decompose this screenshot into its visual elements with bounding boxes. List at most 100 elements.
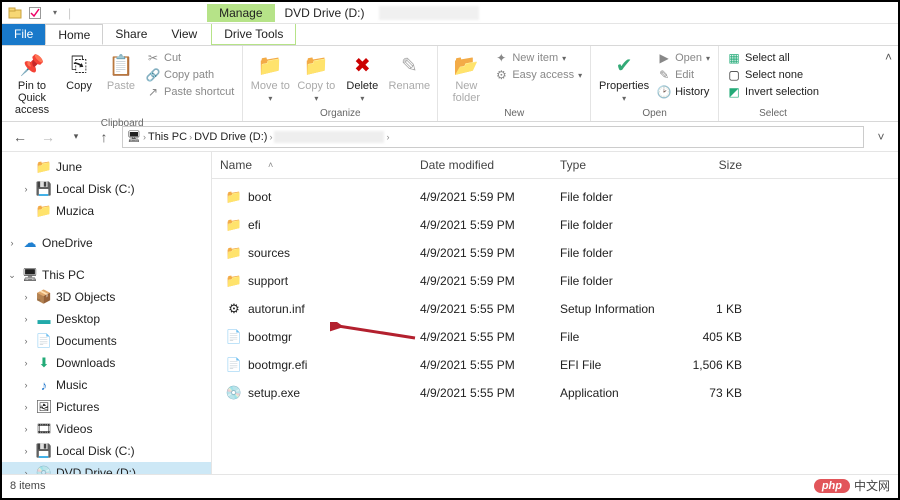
- open-button[interactable]: ▶Open ▾: [655, 50, 712, 66]
- checkbox-icon[interactable]: [28, 6, 42, 20]
- file-rows: 📁boot4/9/2021 5:59 PMFile folder📁efi4/9/…: [212, 179, 898, 407]
- rename-icon: ✎: [396, 52, 422, 78]
- address-dropdown-button[interactable]: ˅: [872, 130, 890, 144]
- tab-drive-tools[interactable]: Drive Tools: [211, 24, 296, 45]
- column-type[interactable]: Type: [552, 152, 682, 178]
- watermark: php 中文网: [814, 477, 890, 494]
- tab-view[interactable]: View: [159, 24, 209, 45]
- tree-item-onedrive[interactable]: ›☁OneDrive: [2, 232, 211, 254]
- paste-shortcut-button[interactable]: ↗Paste shortcut: [144, 84, 236, 100]
- file-row[interactable]: ⚙autorun.inf4/9/2021 5:55 PMSetup Inform…: [212, 295, 898, 323]
- main-area: 📁June ›💾Local Disk (C:) 📁Muzica ›☁OneDri…: [2, 152, 898, 474]
- easy-access-button[interactable]: ⚙Easy access ▾: [492, 67, 584, 83]
- delete-button[interactable]: ✖Delete▾: [341, 48, 383, 103]
- ribbon-group-new: 📂New folder ✦New item ▾ ⚙Easy access ▾ N…: [438, 46, 591, 121]
- new-folder-button[interactable]: 📂New folder: [444, 48, 488, 104]
- file-row[interactable]: 📁support4/9/2021 5:59 PMFile folder: [212, 267, 898, 295]
- inf-icon: ⚙: [226, 301, 242, 317]
- tree-item-localdisk-c-2[interactable]: ›💾Local Disk (C:): [2, 440, 211, 462]
- tree-item-this-pc[interactable]: ⌄🖥This PC: [2, 264, 211, 286]
- documents-icon: 📄: [36, 333, 52, 349]
- file-date: 4/9/2021 5:55 PM: [412, 296, 552, 322]
- file-name: autorun.inf: [248, 302, 305, 316]
- file-row[interactable]: 📁sources4/9/2021 5:59 PMFile folder: [212, 239, 898, 267]
- tree-item-documents[interactable]: ›📄Documents: [2, 330, 211, 352]
- tree-item-downloads[interactable]: ›⬇Downloads: [2, 352, 211, 374]
- history-button[interactable]: 🕑History: [655, 84, 712, 100]
- properties-button[interactable]: ✔Properties▾: [597, 48, 651, 103]
- exe-icon: 💿: [226, 385, 242, 401]
- item-count: 8 items: [10, 480, 45, 492]
- paste-button[interactable]: 📋 Paste: [102, 48, 140, 92]
- cut-button[interactable]: ✂Cut: [144, 50, 236, 66]
- tab-home[interactable]: Home: [45, 24, 103, 45]
- select-none-icon: ▢: [727, 68, 741, 82]
- tree-item-dvd-drive[interactable]: ›💿DVD Drive (D:): [2, 462, 211, 474]
- title-bar: ▾ | Manage DVD Drive (D:): [2, 2, 898, 24]
- file-name: efi: [248, 218, 261, 232]
- tree-item-muzica[interactable]: 📁Muzica: [2, 200, 211, 222]
- new-item-button[interactable]: ✦New item ▾: [492, 50, 584, 66]
- copy-to-button[interactable]: 📁Copy to▾: [295, 48, 337, 103]
- disc-icon: 💿: [36, 465, 52, 474]
- collapse-ribbon-icon[interactable]: ˄: [885, 50, 892, 64]
- tree-item-3d-objects[interactable]: ›📦3D Objects: [2, 286, 211, 308]
- copy-button[interactable]: ⎘ Copy: [60, 48, 98, 92]
- file-row[interactable]: 📄bootmgr4/9/2021 5:55 PMFile405 KB: [212, 323, 898, 351]
- column-size[interactable]: Size: [682, 152, 762, 178]
- move-to-button[interactable]: 📁Move to▾: [249, 48, 291, 103]
- file-date: 4/9/2021 5:55 PM: [412, 352, 552, 378]
- file-row[interactable]: 📁boot4/9/2021 5:59 PMFile folder: [212, 183, 898, 211]
- folder-icon: [8, 6, 22, 20]
- file-row[interactable]: 💿setup.exe4/9/2021 5:55 PMApplication73 …: [212, 379, 898, 407]
- forward-button[interactable]: →: [38, 127, 58, 147]
- crumb-this-pc[interactable]: This PC›: [148, 131, 192, 143]
- tree-item-pictures[interactable]: ›🖼Pictures: [2, 396, 211, 418]
- breadcrumb[interactable]: 🖥› This PC› DVD Drive (D:)› ›: [122, 126, 864, 148]
- shortcut-icon: ↗: [146, 85, 160, 99]
- file-row[interactable]: 📁efi4/9/2021 5:59 PMFile folder: [212, 211, 898, 239]
- cut-icon: ✂: [146, 51, 160, 65]
- history-icon: 🕑: [657, 85, 671, 99]
- tree-item-music[interactable]: ›♪Music: [2, 374, 211, 396]
- obscured-title: [379, 6, 479, 20]
- navigation-pane[interactable]: 📁June ›💾Local Disk (C:) 📁Muzica ›☁OneDri…: [2, 152, 212, 474]
- videos-icon: 🎞: [36, 421, 52, 437]
- back-button[interactable]: ←: [10, 127, 30, 147]
- watermark-badge: php: [814, 479, 850, 493]
- file-size: 1,506 KB: [682, 352, 762, 378]
- file-list: Name˄ Date modified Type Size 📁boot4/9/2…: [212, 152, 898, 474]
- up-button[interactable]: ↑: [94, 127, 114, 147]
- column-date[interactable]: Date modified: [412, 152, 552, 178]
- select-all-button[interactable]: ▦Select all: [725, 50, 821, 66]
- tab-share[interactable]: Share: [103, 24, 159, 45]
- rename-button[interactable]: ✎Rename: [387, 48, 431, 92]
- tree-item-desktop[interactable]: ›▬Desktop: [2, 308, 211, 330]
- tree-item-june[interactable]: 📁June: [2, 156, 211, 178]
- crumb-dvd-drive[interactable]: DVD Drive (D:)›: [194, 131, 272, 143]
- pin-to-quick-access-button[interactable]: 📌 Pin to Quick access: [8, 48, 56, 116]
- desktop-icon: ▬: [36, 311, 52, 327]
- folder-icon: 📁: [226, 245, 242, 261]
- folder-icon: 📁: [36, 159, 52, 175]
- file-row[interactable]: 📄bootmgr.efi4/9/2021 5:55 PMEFI File1,50…: [212, 351, 898, 379]
- dropdown-icon[interactable]: ▾: [48, 6, 62, 20]
- tab-file[interactable]: File: [2, 24, 45, 45]
- file-icon: 📄: [226, 357, 242, 373]
- file-size: 405 KB: [682, 324, 762, 350]
- file-name: sources: [248, 246, 290, 260]
- pc-icon: 🖥: [127, 130, 141, 143]
- column-name[interactable]: Name˄: [212, 152, 412, 178]
- copy-path-button[interactable]: 🔗Copy path: [144, 67, 236, 83]
- select-none-button[interactable]: ▢Select none: [725, 67, 821, 83]
- tree-item-localdisk-c[interactable]: ›💾Local Disk (C:): [2, 178, 211, 200]
- quick-access-toolbar: ▾ |: [2, 6, 77, 20]
- file-type: File folder: [552, 240, 682, 266]
- recent-locations-button[interactable]: ▾: [66, 127, 86, 147]
- edit-button[interactable]: ✎Edit: [655, 67, 712, 83]
- file-type: EFI File: [552, 352, 682, 378]
- file-type: File folder: [552, 268, 682, 294]
- file-date: 4/9/2021 5:59 PM: [412, 268, 552, 294]
- invert-selection-button[interactable]: ◩Invert selection: [725, 84, 821, 100]
- tree-item-videos[interactable]: ›🎞Videos: [2, 418, 211, 440]
